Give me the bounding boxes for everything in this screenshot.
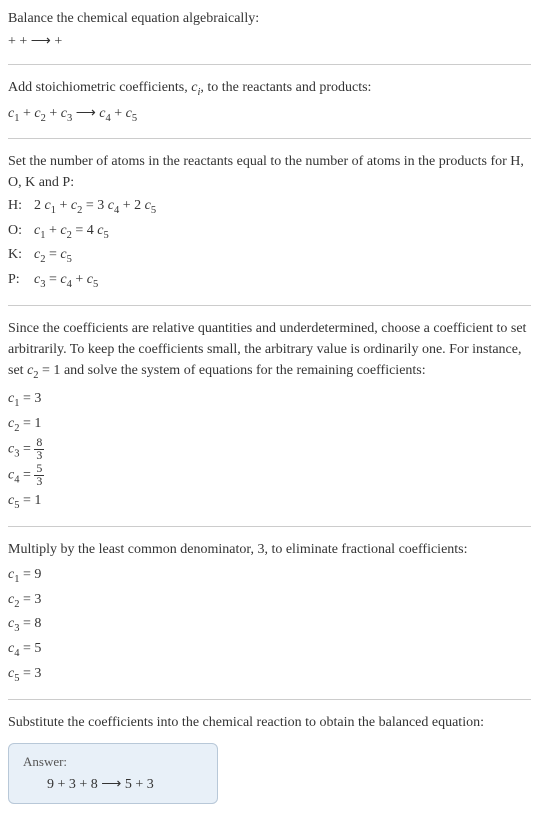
divider <box>8 138 531 139</box>
seteq: = 1 <box>39 363 61 378</box>
atom-eq: c2 = c5 <box>34 244 156 269</box>
e: = <box>19 616 34 631</box>
coeff-line: c2 = 3 <box>8 589 531 614</box>
plus2: + <box>46 106 61 121</box>
stoich-text2: , to the reactants and products: <box>200 80 371 95</box>
m: + <box>45 223 60 238</box>
atom-eq: c1 + c2 = 4 c5 <box>34 220 156 245</box>
pre: 2 <box>34 198 45 213</box>
mult-coeffs: c1 = 9 c2 = 3 c3 = 8 c4 = 5 c5 = 3 <box>8 564 531 687</box>
intro-line1: Balance the chemical equation algebraica… <box>8 8 531 29</box>
stoich-section: Add stoichiometric coefficients, ci, to … <box>8 77 531 126</box>
answer-box: Answer: 9 + 3 + 8 ⟶ 5 + 3 <box>8 743 218 804</box>
solve-text2: and solve the system of equations for th… <box>60 363 425 378</box>
coeff-line: c3 = 83 <box>8 437 531 463</box>
intro-section: Balance the chemical equation algebraica… <box>8 8 531 52</box>
final-section: Substitute the coefficients into the che… <box>8 712 531 804</box>
final-intro: Substitute the coefficients into the che… <box>8 712 531 733</box>
atom-row-h: H: 2 c1 + c2 = 3 c4 + 2 c5 <box>8 195 156 220</box>
den: 3 <box>34 476 44 488</box>
val: 3 <box>34 592 41 607</box>
val: 3 <box>34 666 41 681</box>
divider <box>8 305 531 306</box>
m: + 2 <box>119 198 144 213</box>
e: = 3 <box>82 198 107 213</box>
plus3: + <box>111 106 126 121</box>
plus1: + <box>19 106 34 121</box>
e: = <box>19 442 34 457</box>
val: 5 <box>34 641 41 656</box>
e: = <box>19 666 34 681</box>
mult-section: Multiply by the least common denominator… <box>8 539 531 687</box>
atom-row-o: O: c1 + c2 = 4 c5 <box>8 220 156 245</box>
c5-sub: 5 <box>132 112 137 123</box>
frac: 53 <box>34 463 44 488</box>
e: = <box>19 641 34 656</box>
solve-intro: Since the coefficients are relative quan… <box>8 318 531 384</box>
val: 9 <box>34 567 41 582</box>
intro-eq-text: + + ⟶ + <box>8 34 62 49</box>
answer-equation: 9 + 3 + 8 ⟶ 5 + 3 <box>23 776 203 793</box>
atom-label: O: <box>8 220 34 245</box>
e: = <box>19 592 34 607</box>
coeff-line: c4 = 53 <box>8 463 531 489</box>
divider <box>8 64 531 65</box>
divider <box>8 699 531 700</box>
m: + <box>72 272 87 287</box>
stoich-equation: c1 + c2 + c3 ⟶ c4 + c5 <box>8 103 531 127</box>
atom-label: K: <box>8 244 34 269</box>
coeff-line: c5 = 3 <box>8 663 531 688</box>
e: = <box>45 247 60 262</box>
atom-label: H: <box>8 195 34 220</box>
atom-row-k: K: c2 = c5 <box>8 244 156 269</box>
atoms-intro: Set the number of atoms in the reactants… <box>8 151 531 193</box>
solve-section: Since the coefficients are relative quan… <box>8 318 531 514</box>
e: = <box>45 272 60 287</box>
coeff-line: c1 = 9 <box>8 564 531 589</box>
stoich-text1: Add stoichiometric coefficients, <box>8 80 191 95</box>
stoich-intro: Add stoichiometric coefficients, ci, to … <box>8 77 531 101</box>
e: = <box>19 416 34 431</box>
atoms-table: H: 2 c1 + c2 = 3 c4 + 2 c5 O: c1 + c2 = … <box>8 195 156 293</box>
atom-eq: 2 c1 + c2 = 3 c4 + 2 c5 <box>34 195 156 220</box>
e: = 4 <box>72 223 97 238</box>
frac: 83 <box>34 437 44 462</box>
mult-intro: Multiply by the least common denominator… <box>8 539 531 560</box>
e: = <box>19 468 34 483</box>
arrow: ⟶ <box>72 106 99 121</box>
divider <box>8 526 531 527</box>
coeff-line: c5 = 1 <box>8 490 531 515</box>
e: = <box>19 567 34 582</box>
e: = <box>19 391 34 406</box>
atom-label: P: <box>8 269 34 294</box>
atom-row-p: P: c3 = c4 + c5 <box>8 269 156 294</box>
coeff-line: c1 = 3 <box>8 388 531 413</box>
den: 3 <box>34 450 44 462</box>
coeff-line: c3 = 8 <box>8 613 531 638</box>
atoms-section: Set the number of atoms in the reactants… <box>8 151 531 293</box>
e: = <box>19 493 34 508</box>
s: 5 <box>93 279 98 290</box>
coeff-line: c4 = 5 <box>8 638 531 663</box>
s: 5 <box>103 229 108 240</box>
atom-eq: c3 = c4 + c5 <box>34 269 156 294</box>
s: 5 <box>151 205 156 216</box>
intro-equation: + + ⟶ + <box>8 31 531 52</box>
solve-coeffs: c1 = 3 c2 = 1 c3 = 83 c4 = 53 c5 = 1 <box>8 388 531 514</box>
answer-label: Answer: <box>23 754 203 770</box>
coeff-line: c2 = 1 <box>8 413 531 438</box>
val: 8 <box>34 616 41 631</box>
val: 1 <box>34 416 41 431</box>
val: 3 <box>34 391 41 406</box>
val: 1 <box>34 493 41 508</box>
m: + <box>56 198 71 213</box>
s: 5 <box>67 254 72 265</box>
